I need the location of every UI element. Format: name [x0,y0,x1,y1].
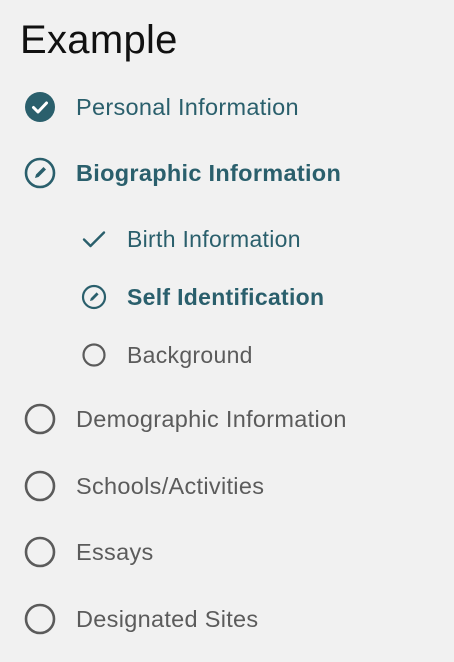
step-label: Biographic Information [76,159,342,186]
pencil-circle-icon [78,281,110,313]
substep-birth-information[interactable]: Birth Information [0,219,301,259]
step-biographic-information[interactable]: Biographic Information [0,153,341,193]
empty-circle-icon [24,536,56,568]
substep-label: Birth Information [127,225,301,252]
empty-circle-icon [24,470,56,502]
step-label: Essays [76,538,154,565]
checkmark-icon [78,223,110,255]
step-essays[interactable]: Essays [0,532,154,572]
step-demographic-information[interactable]: Demographic Information [0,399,347,439]
empty-circle-icon [24,403,56,435]
step-label: Designated Sites [76,605,259,632]
stepper-title: Example [20,18,178,62]
step-personal-information[interactable]: Personal Information [0,87,299,127]
empty-circle-icon [78,339,110,371]
step-label: Personal Information [76,93,299,120]
substep-self-identification[interactable]: Self Identification [0,277,324,317]
substep-label: Background [127,341,253,368]
step-schools-activities[interactable]: Schools/Activities [0,466,264,506]
empty-circle-icon [24,603,56,635]
step-label: Demographic Information [76,405,347,432]
substep-label: Self Identification [127,283,325,310]
check-circle-filled-icon [24,91,56,123]
substep-background[interactable]: Background [0,335,253,375]
pencil-circle-icon [24,157,56,189]
step-designated-sites[interactable]: Designated Sites [0,599,258,639]
step-label: Schools/Activities [76,472,265,499]
